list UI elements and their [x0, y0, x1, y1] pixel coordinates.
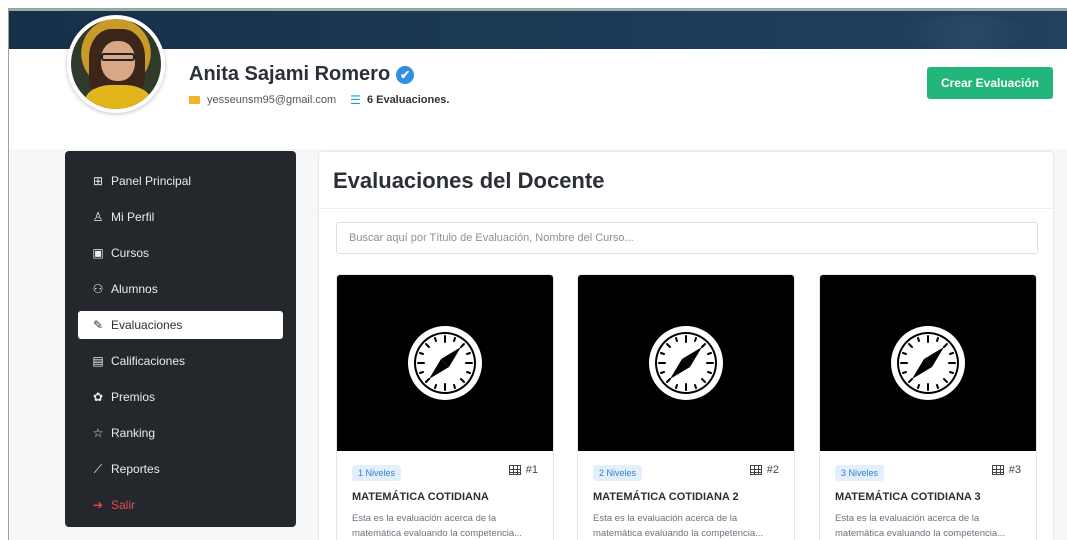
evaluations-panel: Evaluaciones del Docente Buscar aquí por…	[318, 151, 1054, 540]
evaluation-card[interactable]: 3 Niveles #3 MATEMÁTICA COTIDIANA 3 Esta…	[819, 274, 1037, 540]
sidebar-item-label: Premios	[111, 390, 156, 404]
levels-badge: 3 Niveles	[835, 465, 885, 481]
card-body: 3 Niveles #3 MATEMÁTICA COTIDIANA 3 Esta…	[820, 451, 1036, 540]
app-frame: Anita Sajami Romero ✔ yesseunsm95@gmail.…	[8, 8, 1067, 540]
user-icon: ♙	[92, 210, 104, 224]
card-image	[578, 275, 794, 451]
logout-icon: ➔	[92, 498, 104, 512]
profile-header: Anita Sajami Romero ✔ yesseunsm95@gmail.…	[9, 49, 1067, 149]
card-description: Esta es la evaluación acerca de la matem…	[352, 513, 523, 539]
chart-line-icon: ⟋	[93, 461, 103, 476]
card-title: MATEMÁTICA COTIDIANA	[352, 491, 489, 503]
list-icon: ☰	[350, 93, 361, 107]
id-card-icon: ▤	[92, 354, 104, 368]
sidebar-item-ranking[interactable]: ☆ Ranking	[78, 419, 283, 447]
group-icon: ⚇	[92, 282, 104, 296]
sidebar-item-alumnos[interactable]: ⚇ Alumnos	[78, 275, 283, 303]
card-number-label: #1	[525, 464, 538, 476]
book-icon: ▣	[92, 246, 104, 260]
sidebar-item-label: Reportes	[111, 462, 160, 476]
evaluation-card[interactable]: 1 Niveles #1 MATEMÁTICA COTIDIANA Esta e…	[336, 274, 554, 540]
table-icon	[508, 465, 521, 475]
card-number: #3	[991, 464, 1021, 476]
cover-banner	[9, 9, 1067, 51]
sidebar-item-label: Mi Perfil	[111, 210, 155, 224]
card-number-label: #3	[1008, 464, 1021, 476]
edit-icon: ✎	[92, 318, 104, 332]
sidebar-item-salir[interactable]: ➔ Salir	[78, 491, 283, 519]
profile-email: yesseunsm95@gmail.com	[207, 94, 337, 106]
sidebar-item-reportes[interactable]: ⟋ Reportes	[78, 455, 283, 483]
award-icon: ✿	[92, 390, 104, 404]
sidebar-item-panel-principal[interactable]: ⊞ Panel Principal	[78, 167, 283, 195]
evaluations-count: 6 Evaluaciones.	[366, 94, 450, 106]
card-title: MATEMÁTICA COTIDIANA 3	[835, 491, 981, 503]
compass-icon	[891, 326, 965, 400]
card-description: Esta es la evaluación acerca de la matem…	[835, 513, 1006, 539]
card-number: #2	[749, 464, 779, 476]
envelope-icon	[189, 96, 200, 104]
sidebar-item-label: Calificaciones	[111, 354, 186, 368]
star-icon: ☆	[92, 426, 104, 440]
compass-icon	[408, 326, 482, 400]
table-icon	[749, 465, 762, 475]
create-evaluation-button[interactable]: Crear Evaluación	[926, 67, 1053, 99]
sidebar-item-evaluaciones[interactable]: ✎ Evaluaciones	[78, 311, 283, 339]
verified-badge-icon: ✔	[396, 65, 415, 84]
search-input[interactable]	[336, 222, 1038, 254]
sidebar-item-label: Panel Principal	[111, 174, 192, 188]
sidebar-item-cursos[interactable]: ▣ Cursos	[78, 239, 283, 267]
sidebar-item-premios[interactable]: ✿ Premios	[78, 383, 283, 411]
card-body: 2 Niveles #2 MATEMÁTICA COTIDIANA 2 Esta…	[578, 451, 794, 540]
levels-badge: 1 Niveles	[352, 465, 402, 481]
divider	[319, 208, 1053, 209]
sidebar-item-mi-perfil[interactable]: ♙ Mi Perfil	[78, 203, 283, 231]
profile-name-row: Anita Sajami Romero ✔	[189, 63, 415, 86]
sidebar-item-label: Ranking	[111, 426, 156, 440]
card-image	[337, 275, 553, 451]
sidebar: ⊞ Panel Principal ♙ Mi Perfil ▣ Cursos ⚇…	[65, 151, 296, 527]
profile-name: Anita Sajami Romero	[189, 63, 391, 85]
card-body: 1 Niveles #1 MATEMÁTICA COTIDIANA Esta e…	[337, 451, 553, 540]
profile-meta: yesseunsm95@gmail.com ☰ 6 Evaluaciones.	[189, 93, 449, 107]
card-number: #1	[508, 464, 538, 476]
card-title: MATEMÁTICA COTIDIANA 2	[593, 491, 739, 503]
avatar[interactable]	[67, 15, 165, 113]
table-icon	[991, 465, 1004, 475]
card-description: Esta es la evaluación acerca de la matem…	[593, 513, 764, 539]
sidebar-item-calificaciones[interactable]: ▤ Calificaciones	[78, 347, 283, 375]
evaluation-card[interactable]: 2 Niveles #2 MATEMÁTICA COTIDIANA 2 Esta…	[577, 274, 795, 540]
sidebar-item-label: Evaluaciones	[111, 318, 183, 332]
card-image	[820, 275, 1036, 451]
sidebar-item-label: Salir	[111, 498, 136, 512]
sidebar-item-label: Cursos	[111, 246, 150, 260]
sidebar-item-label: Alumnos	[111, 282, 158, 296]
levels-badge: 2 Niveles	[593, 465, 643, 481]
page-title: Evaluaciones del Docente	[333, 168, 605, 193]
compass-icon	[649, 326, 723, 400]
card-number-label: #2	[766, 464, 779, 476]
dashboard-icon: ⊞	[92, 174, 104, 188]
